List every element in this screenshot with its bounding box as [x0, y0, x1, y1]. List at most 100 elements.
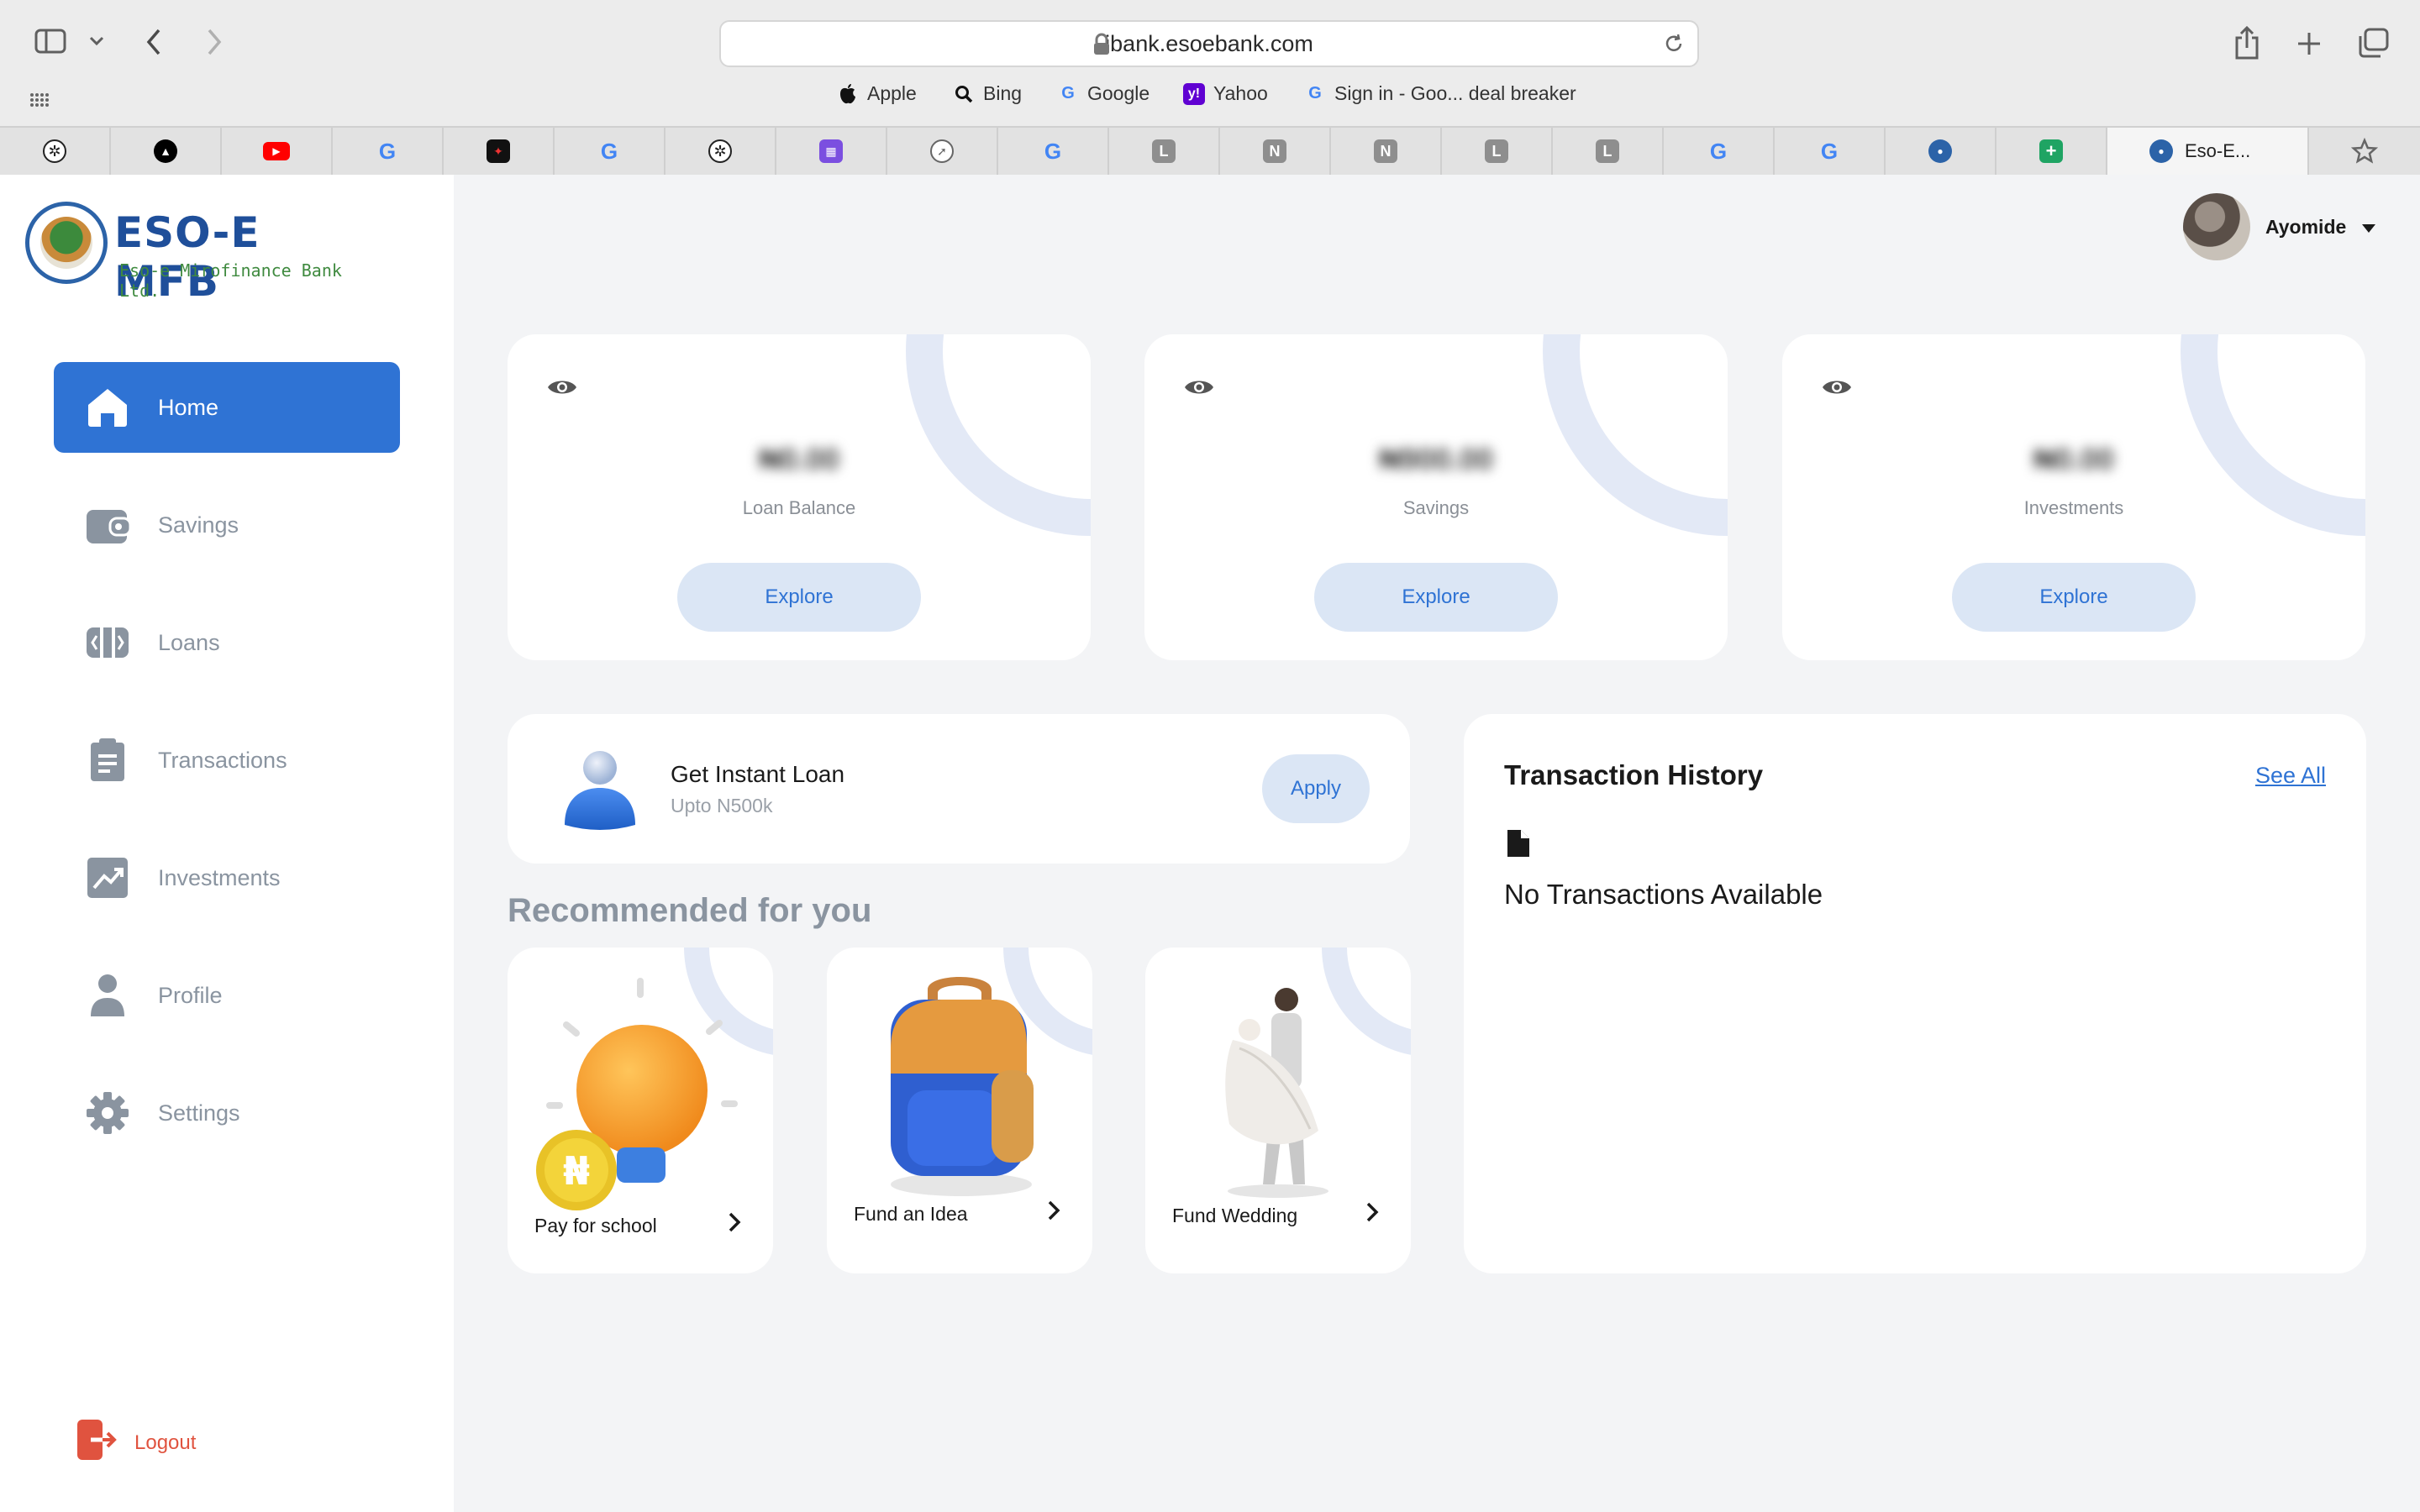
tab[interactable]: N [1331, 128, 1442, 175]
explore-button[interactable]: Explore [677, 563, 921, 632]
sidebar-item-label: Transactions [158, 747, 287, 773]
sidebar-item-transactions[interactable]: Transactions [54, 715, 400, 806]
bookmark-label: Yahoo [1213, 82, 1268, 104]
tab[interactable]: L [1553, 128, 1664, 175]
sidebar-item-home[interactable]: Home [54, 362, 400, 453]
tab[interactable]: L [1442, 128, 1553, 175]
vercel-icon: ▲ [154, 139, 177, 163]
tab[interactable]: G [555, 128, 666, 175]
eye-icon[interactable] [1821, 376, 1853, 402]
avatar [2183, 193, 2250, 260]
bank-logo[interactable]: ESO-E MFB Eso-e Mirofinance Bank Ltd. [25, 195, 378, 306]
explore-button[interactable]: Explore [1952, 563, 2196, 632]
reload-icon[interactable] [1662, 32, 1686, 61]
bookmark-yahoo[interactable]: y! Yahoo [1183, 82, 1268, 105]
openai-icon: ✲ [708, 139, 732, 163]
sidebar-item-label: Savings [158, 512, 239, 538]
tab[interactable]: ✲ [666, 128, 776, 175]
url-text: ibank.esoebank.com [1105, 30, 1313, 56]
tab[interactable]: ▶ [222, 128, 333, 175]
address-bar[interactable]: ibank.esoebank.com [719, 20, 1699, 67]
eye-icon[interactable] [546, 376, 578, 402]
yahoo-icon: y! [1183, 82, 1205, 105]
sidebar-item-label: Investments [158, 864, 281, 890]
see-all-link[interactable]: See All [2255, 763, 2326, 789]
sidebar-item-settings[interactable]: Settings [54, 1068, 400, 1158]
bookmark-bing[interactable]: Bing [953, 82, 1022, 105]
tab[interactable]: ✲ [0, 128, 111, 175]
instant-loan-card: Get Instant Loan Upto N500k Apply [508, 714, 1410, 864]
tab[interactable]: G [333, 128, 444, 175]
balance-card-loan: ₦0.00 Loan Balance Explore [508, 334, 1091, 660]
bookmark-label: Bing [983, 82, 1023, 104]
forward-icon[interactable] [202, 25, 227, 59]
grid-icon[interactable] [29, 89, 50, 111]
caret-down-icon [2361, 216, 2376, 239]
sidebar-toggle-icon[interactable] [34, 27, 67, 55]
tab[interactable]: ▦ [776, 128, 887, 175]
apple-icon [837, 83, 859, 105]
tab[interactable]: G [1775, 128, 1886, 175]
balance-amount: ₦0.00 [758, 442, 840, 476]
chevron-right-icon [728, 1211, 741, 1239]
eye-icon[interactable] [1183, 376, 1215, 402]
svg-text:₦: ₦ [563, 1148, 590, 1194]
youtube-icon: ▶ [263, 142, 290, 160]
recommended-card-idea[interactable]: Fund an Idea [827, 948, 1092, 1273]
sidebar-item-investments[interactable]: Investments [54, 832, 400, 923]
star-icon[interactable] [2346, 136, 2383, 166]
sidebar-item-label: Home [158, 394, 219, 420]
transaction-history-card: Transaction History See All No Transacti… [1464, 714, 2366, 1273]
bank-seal-icon: ● [1928, 139, 1952, 163]
sidebar-item-profile[interactable]: Profile [54, 950, 400, 1041]
sidebar: ESO-E MFB Eso-e Mirofinance Bank Ltd. Ho… [0, 175, 454, 1512]
letter-n-icon: N [1263, 139, 1286, 163]
bookmark-apple[interactable]: Apple [837, 82, 917, 105]
gear-icon [84, 1089, 131, 1137]
bookmarks-bar: Apple Bing G Google y! Yahoo G Sign in -… [0, 81, 2420, 118]
user-menu[interactable]: Ayomide [2183, 193, 2376, 260]
sidebar-item-savings[interactable]: Savings [54, 480, 400, 570]
share-icon[interactable] [2230, 25, 2264, 60]
bookmark-sign-in[interactable]: G Sign in - Goo... deal breaker [1304, 82, 1576, 105]
apply-button[interactable]: Apply [1262, 754, 1370, 823]
loan-icon [84, 619, 131, 666]
wedding-couple-icon [1145, 964, 1411, 1216]
recommended-title: Recommended for you [508, 892, 872, 929]
recommended-card-wedding[interactable]: Fund Wedding [1145, 948, 1411, 1273]
transaction-history-title: Transaction History [1504, 759, 1764, 790]
user-name: Ayomide [2265, 215, 2347, 238]
recommended-label: Fund an Idea [854, 1203, 968, 1225]
tab-overview-icon[interactable] [2354, 25, 2391, 60]
recommended-card-school[interactable]: ₦ Pay for school [508, 948, 773, 1273]
document-icon [1506, 828, 1531, 863]
new-tab-icon[interactable] [2292, 27, 2326, 60]
app-icon: ✦ [487, 139, 510, 163]
tab-active[interactable]: ● Eso-E... [2107, 128, 2309, 175]
tab[interactable]: N [1220, 128, 1331, 175]
logo-subtitle: Eso-e Mirofinance Bank Ltd. [119, 260, 342, 301]
balance-card-savings: ₦900.00 Savings Explore [1144, 334, 1728, 660]
sidebar-item-loans[interactable]: Loans [54, 597, 400, 688]
bookmark-google[interactable]: G Google [1057, 82, 1150, 105]
tab[interactable]: + [1996, 128, 2107, 175]
chevron-down-icon[interactable] [87, 32, 106, 50]
tab[interactable]: ✦ [444, 128, 555, 175]
letter-n-icon: N [1374, 139, 1397, 163]
tab[interactable]: ▲ [111, 128, 222, 175]
google-icon: G [378, 138, 397, 164]
tab[interactable]: L [1109, 128, 1220, 175]
logout-button[interactable]: Logout [76, 1418, 196, 1467]
balance-amount: ₦900.00 [1378, 442, 1494, 476]
back-icon[interactable] [141, 25, 166, 59]
explore-button[interactable]: Explore [1314, 563, 1558, 632]
tab[interactable]: G [1664, 128, 1775, 175]
balance-caption: Savings [1402, 497, 1470, 518]
tab[interactable]: G [998, 128, 1109, 175]
backpack-icon [827, 964, 1092, 1216]
tab[interactable]: ➚ [887, 128, 998, 175]
recommended-label: Fund Wedding [1172, 1205, 1298, 1226]
tab[interactable]: ● [1886, 128, 1996, 175]
bookmark-label: Google [1087, 82, 1150, 104]
person-icon [560, 748, 640, 832]
